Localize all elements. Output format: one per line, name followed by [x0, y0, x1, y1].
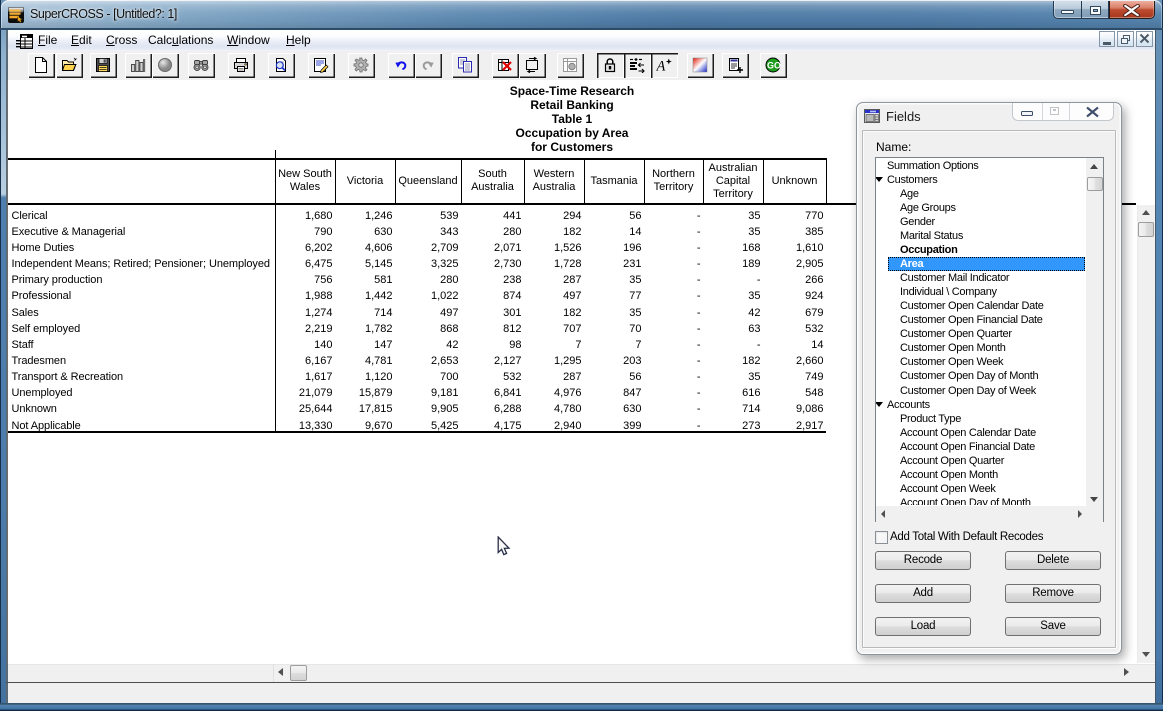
svg-text:GO: GO — [767, 60, 781, 70]
svg-text:A: A — [656, 59, 666, 74]
